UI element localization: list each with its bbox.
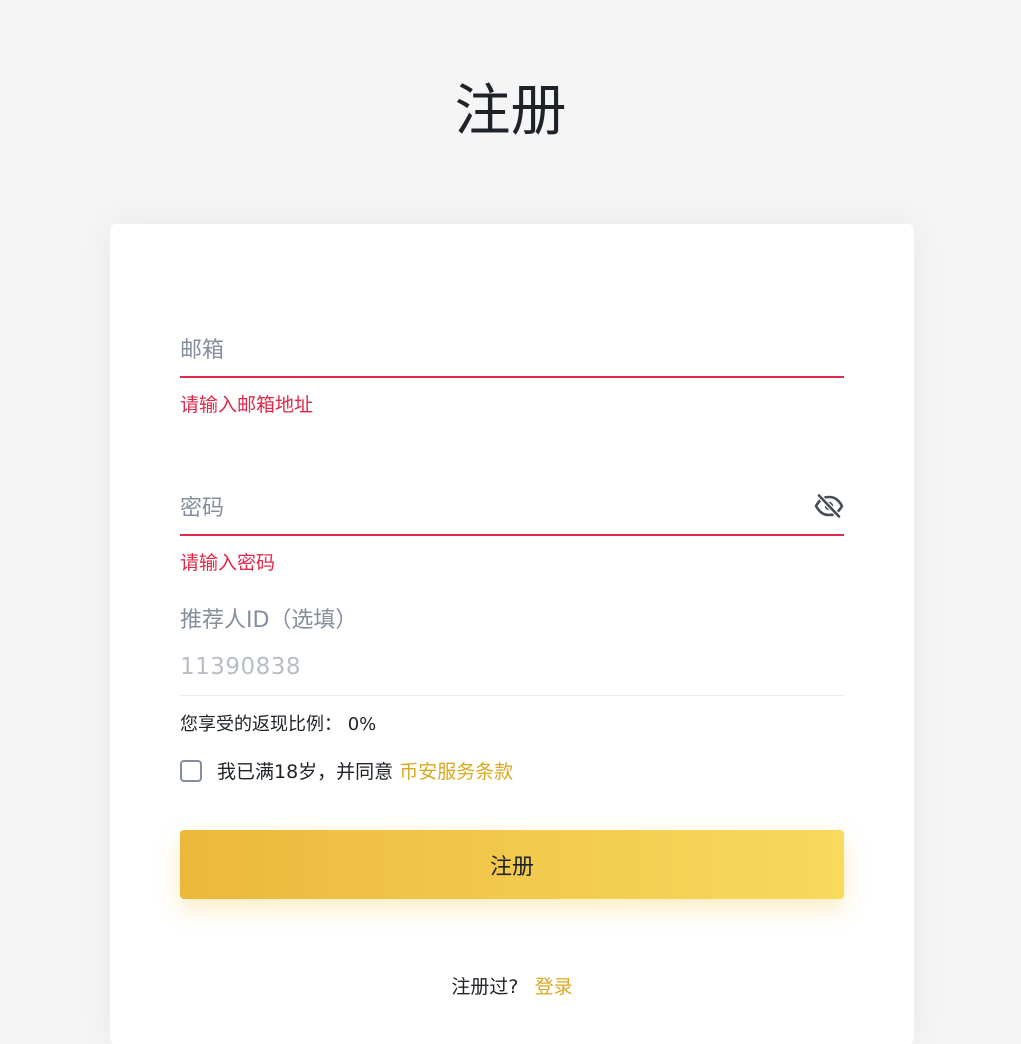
rebate-label: 您享受的返现比例： (180, 714, 342, 735)
password-placeholder: 密码 (180, 496, 225, 521)
email-field-group: 邮箱 请输入邮箱地址 (180, 320, 844, 417)
login-question: 注册过? (451, 976, 519, 998)
password-error: 请输入密码 (180, 552, 276, 574)
register-button[interactable]: 注册 (180, 830, 844, 899)
agreement-row: 我已满18岁，并同意 币安服务条款 (180, 757, 513, 784)
rebate-value: 0% (347, 714, 377, 735)
email-field[interactable]: 邮箱 (180, 320, 844, 378)
agreement-checkbox[interactable] (180, 759, 202, 782)
email-placeholder: 邮箱 (180, 338, 225, 363)
password-field[interactable]: 密码 (180, 478, 844, 536)
agreement-text: 我已满18岁，并同意 (217, 761, 394, 783)
email-error: 请输入邮箱地址 (180, 394, 314, 416)
register-card: 邮箱 请输入邮箱地址 密码 请输入密码 推荐人ID（选填） 11390838 您… (110, 224, 914, 1044)
page-title: 注册 (454, 79, 567, 144)
terms-link[interactable]: 币安服务条款 (399, 757, 513, 784)
referral-id-input[interactable]: 11390838 (180, 638, 844, 696)
rebate-info: 您享受的返现比例： 0% (180, 710, 376, 736)
eye-off-icon[interactable] (814, 491, 844, 521)
login-link[interactable]: 登录 (535, 976, 573, 998)
referral-label: 推荐人ID（选填） (180, 608, 358, 633)
password-field-group: 密码 请输入密码 (180, 478, 844, 575)
login-prompt: 注册过? 登录 (110, 972, 914, 999)
